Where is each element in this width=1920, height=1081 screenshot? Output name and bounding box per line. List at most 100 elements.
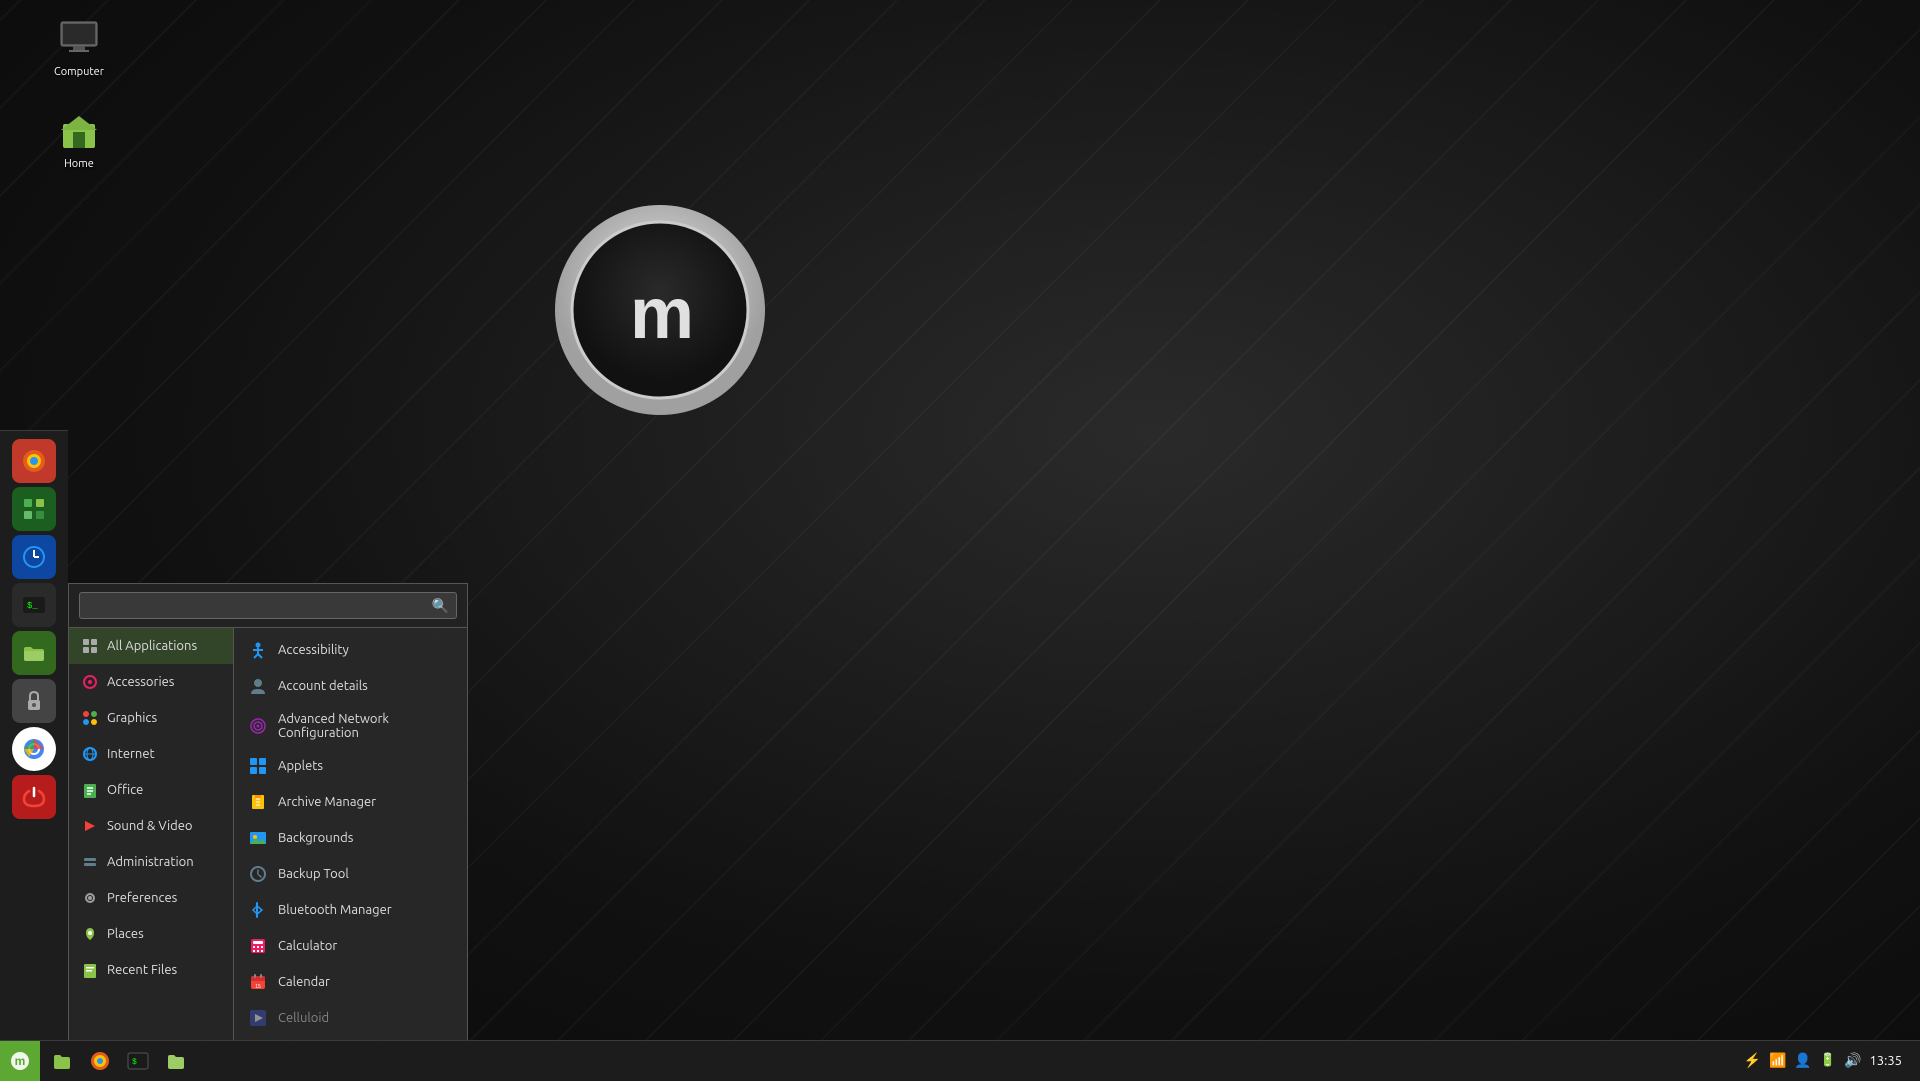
app-backgrounds-label: Backgrounds	[278, 831, 353, 845]
app-menu-body: All Applications Accessories	[69, 628, 467, 1040]
desktop-icons: Computer Home	[50, 10, 108, 174]
category-places[interactable]: Places	[69, 916, 233, 952]
svg-text:$: $	[132, 1058, 137, 1067]
calendar-app-icon: 15	[248, 972, 268, 992]
sidebar-icon-chrome[interactable]	[12, 727, 56, 771]
sidebar-icon-software[interactable]	[12, 487, 56, 531]
category-recent-label: Recent Files	[107, 963, 177, 977]
svg-text:$_: $_	[27, 601, 38, 611]
taskbar-files-app[interactable]	[44, 1043, 80, 1079]
app-bluetooth[interactable]: Bluetooth Manager	[234, 892, 467, 928]
taskbar-files2-app[interactable]	[158, 1043, 194, 1079]
app-calendar[interactable]: 15 Calendar	[234, 964, 467, 1000]
app-account-details-label: Account details	[278, 679, 368, 693]
app-advanced-network-label: Advanced Network Configuration	[278, 712, 453, 740]
battery-tray-icon[interactable]: 🔋	[1820, 1053, 1836, 1068]
start-button[interactable]: m	[0, 1041, 40, 1081]
sidebar-icon-files[interactable]	[12, 631, 56, 675]
accessories-icon	[81, 673, 99, 691]
home-icon	[55, 106, 103, 154]
sidebar-icon-terminal[interactable]: $_	[12, 583, 56, 627]
taskbar-firefox-app[interactable]	[82, 1043, 118, 1079]
sidebar-icon-power[interactable]	[12, 775, 56, 819]
categories-panel: All Applications Accessories	[69, 628, 234, 1040]
app-applets[interactable]: Applets	[234, 748, 467, 784]
backup-tool-app-icon	[248, 864, 268, 884]
computer-icon-label: Computer	[54, 66, 104, 78]
computer-icon	[55, 14, 103, 62]
taskbar-terminal-app[interactable]: $	[120, 1043, 156, 1079]
internet-icon	[81, 745, 99, 763]
category-graphics[interactable]: Graphics	[69, 700, 233, 736]
app-accessibility-label: Accessibility	[278, 643, 349, 657]
network-tray-icon[interactable]: 📶	[1769, 1052, 1786, 1069]
category-office[interactable]: Office	[69, 772, 233, 808]
taskbar: m $	[0, 1040, 1920, 1080]
accessibility-app-icon	[248, 640, 268, 660]
app-calculator[interactable]: Calculator	[234, 928, 467, 964]
category-preferences-label: Preferences	[107, 891, 177, 905]
account-details-app-icon	[248, 676, 268, 696]
bluetooth-tray-icon[interactable]: ⚡	[1744, 1052, 1761, 1069]
home-icon-label: Home	[64, 158, 94, 170]
app-archive-manager-label: Archive Manager	[278, 795, 376, 809]
category-internet-label: Internet	[107, 747, 155, 761]
category-accessories-label: Accessories	[107, 675, 174, 689]
administration-icon	[81, 853, 99, 871]
category-recent[interactable]: Recent Files	[69, 952, 233, 988]
app-backup-tool-label: Backup Tool	[278, 867, 349, 881]
search-icon: 🔍	[432, 597, 449, 614]
search-input[interactable]	[79, 592, 457, 619]
backgrounds-app-icon	[248, 828, 268, 848]
category-administration-label: Administration	[107, 855, 194, 869]
search-bar: 🔍	[69, 584, 467, 628]
category-all-label: All Applications	[107, 639, 197, 653]
applets-app-icon	[248, 756, 268, 776]
advanced-network-app-icon	[248, 716, 268, 736]
app-accessibility[interactable]: Accessibility	[234, 632, 467, 668]
svg-text:15: 15	[255, 984, 261, 990]
category-accessories[interactable]: Accessories	[69, 664, 233, 700]
all-apps-icon	[81, 637, 99, 655]
sidebar-icon-timeshift[interactable]	[12, 535, 56, 579]
desktop-icon-computer[interactable]: Computer	[50, 10, 108, 82]
celluloid-app-icon	[248, 1008, 268, 1028]
bluetooth-app-icon	[248, 900, 268, 920]
app-calendar-label: Calendar	[278, 975, 330, 989]
calculator-app-icon	[248, 936, 268, 956]
apps-panel: Accessibility Account details	[234, 628, 467, 1040]
app-advanced-network[interactable]: Advanced Network Configuration	[234, 704, 467, 748]
mint-logo: m	[550, 200, 770, 420]
category-all[interactable]: All Applications	[69, 628, 233, 664]
app-account-details[interactable]: Account details	[234, 668, 467, 704]
sidebar-icon-firefox[interactable]	[12, 439, 56, 483]
archive-manager-app-icon	[248, 792, 268, 812]
category-sound-video-label: Sound & Video	[107, 819, 193, 833]
category-internet[interactable]: Internet	[69, 736, 233, 772]
category-preferences[interactable]: Preferences	[69, 880, 233, 916]
places-icon	[81, 925, 99, 943]
app-bluetooth-label: Bluetooth Manager	[278, 903, 392, 917]
launcher-sidebar: $_	[0, 430, 68, 1040]
category-graphics-label: Graphics	[107, 711, 157, 725]
category-sound-video[interactable]: Sound & Video	[69, 808, 233, 844]
app-backgrounds[interactable]: Backgrounds	[234, 820, 467, 856]
svg-text:m: m	[15, 1054, 26, 1068]
taskbar-apps: $	[40, 1043, 1734, 1079]
system-tray: ⚡ 📶 👤 🔋 🔊 13:35	[1734, 1052, 1920, 1069]
category-office-label: Office	[107, 783, 143, 797]
app-backup-tool[interactable]: Backup Tool	[234, 856, 467, 892]
app-archive-manager[interactable]: Archive Manager	[234, 784, 467, 820]
app-celluloid-label: Celluloid	[278, 1011, 329, 1025]
app-celluloid[interactable]: Celluloid	[234, 1000, 467, 1036]
category-administration[interactable]: Administration	[69, 844, 233, 880]
desktop: m Computer	[0, 0, 1920, 1080]
preferences-icon	[81, 889, 99, 907]
sidebar-icon-lock[interactable]	[12, 679, 56, 723]
office-icon	[81, 781, 99, 799]
users-tray-icon[interactable]: 👤	[1794, 1052, 1811, 1069]
desktop-icon-home[interactable]: Home	[50, 102, 108, 174]
volume-tray-icon[interactable]: 🔊	[1844, 1052, 1861, 1069]
app-applets-label: Applets	[278, 759, 323, 773]
category-places-label: Places	[107, 927, 144, 941]
